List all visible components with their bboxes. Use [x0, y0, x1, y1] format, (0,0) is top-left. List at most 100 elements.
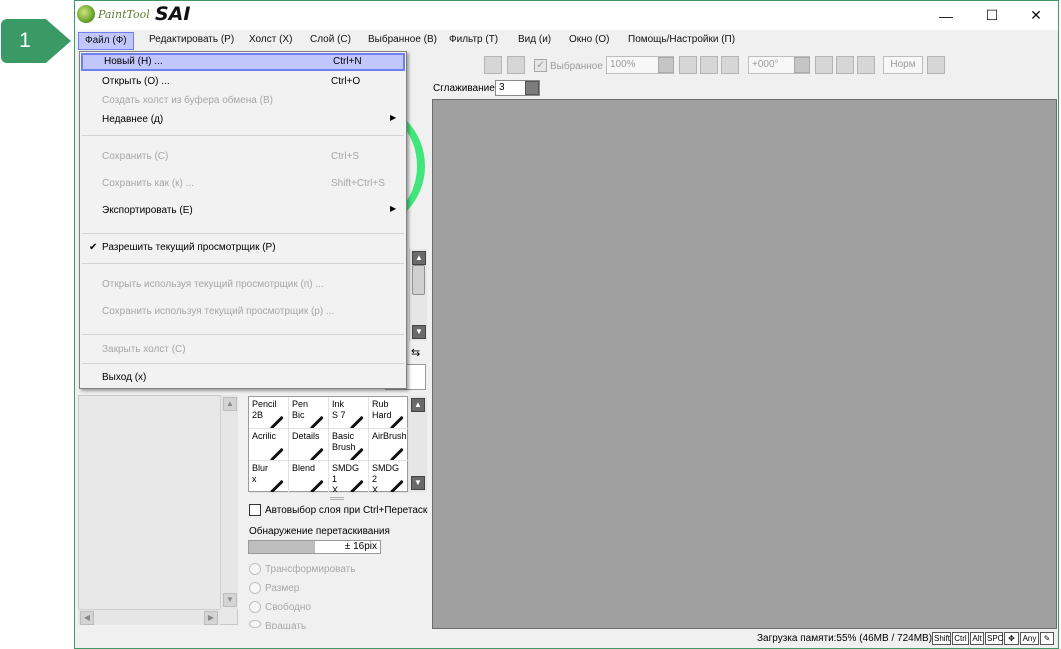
rotation-dropdown-icon[interactable] — [794, 57, 810, 73]
smoothing-dropdown-icon[interactable] — [525, 81, 539, 95]
tool-size: X — [372, 485, 379, 493]
tool-blend[interactable]: Blend — [289, 461, 329, 493]
rotate-left-icon[interactable] — [815, 56, 833, 74]
tool-name: AirBrush — [372, 431, 407, 441]
scroll-thumb[interactable] — [412, 265, 425, 295]
blend-icon — [310, 479, 324, 492]
scroll-down-icon[interactable]: ▼ — [411, 476, 425, 490]
submenu-arrow-icon: ▶ — [390, 113, 397, 122]
layer-list-vertical-scrollbar[interactable]: ▲ ▼ — [220, 395, 238, 609]
brush-panel-scrollbar[interactable]: ▲ ▼ — [409, 249, 427, 341]
brush-icon — [270, 447, 284, 460]
scroll-up-icon[interactable]: ▲ — [412, 251, 426, 265]
transform-radio[interactable] — [249, 563, 261, 575]
layer-list-horizontal-scrollbar[interactable]: ◀ ▶ — [78, 609, 220, 625]
file-menu-new[interactable]: Новый (Н) ... Ctrl+N — [81, 53, 405, 71]
size-radio[interactable] — [249, 582, 261, 594]
title-bar[interactable]: PaintTool SAI — ☐ ✕ — [75, 1, 1058, 30]
menu-item-label: Выход (х) — [102, 372, 147, 383]
tool-size: Brush — [332, 442, 356, 452]
close-button[interactable]: ✕ — [1013, 1, 1058, 30]
auto-layer-checkbox[interactable] — [249, 504, 261, 516]
canvas-area[interactable] — [432, 99, 1057, 629]
menu-item-label: Открыть используя текущий просмотрщик (п… — [102, 279, 324, 290]
selected-checkbox[interactable]: ✓ — [534, 59, 547, 72]
scroll-down-icon[interactable]: ▼ — [412, 325, 426, 339]
menu-bar: Файл (Ф) Редактировать (Р) Холст (Х) Сло… — [75, 30, 1058, 51]
file-menu-close-canvas[interactable]: Закрыть холст (С) — [81, 341, 405, 359]
tool-acrylic[interactable]: Acrilic — [249, 429, 289, 461]
menu-selection[interactable]: Выбранное (В) — [362, 32, 443, 50]
zoom-dropdown-icon[interactable] — [658, 57, 674, 73]
zoom-reset-icon[interactable] — [721, 56, 739, 74]
blend-mode-button[interactable]: Норм — [883, 56, 923, 74]
menu-item-label: Разрешить текущий просмотрщик (Р) — [102, 242, 276, 253]
tool-pencil[interactable]: Pencil 2B — [249, 397, 289, 429]
file-menu-save[interactable]: Сохранить (С) Ctrl+S — [81, 148, 405, 166]
minimize-button[interactable]: — — [923, 1, 969, 30]
menu-separator — [82, 233, 404, 234]
swap-colors-icon[interactable]: ⇆ — [411, 346, 420, 359]
file-menu-exit[interactable]: Выход (х) — [81, 369, 405, 387]
smoothing-label: Сглаживание — [433, 83, 495, 94]
layer-list[interactable] — [78, 395, 238, 625]
file-menu-save-as[interactable]: Сохранить как (к) ... Shift+Ctrl+S — [81, 175, 405, 193]
transform-radio-label: Трансформировать — [265, 564, 356, 575]
tool-name: Blend — [292, 463, 316, 473]
panel-divider-grip[interactable] — [330, 497, 344, 500]
rotate-radio[interactable] — [249, 620, 261, 628]
flip-horizontal-icon[interactable] — [927, 56, 945, 74]
menu-view[interactable]: Вид (и) — [512, 32, 557, 50]
menu-layer[interactable]: Слой (С) — [304, 32, 357, 50]
scroll-down-icon[interactable]: ▼ — [223, 593, 237, 607]
menu-filter[interactable]: Фильтр (Т) — [443, 32, 504, 50]
menu-separator — [82, 334, 404, 335]
file-menu-open-with-viewer[interactable]: Открыть используя текущий просмотрщик (п… — [81, 276, 405, 294]
rotate-right-icon[interactable] — [836, 56, 854, 74]
menu-edit[interactable]: Редактировать (Р) — [143, 32, 240, 50]
scroll-right-icon[interactable]: ▶ — [204, 611, 218, 625]
step-1-number: 1 — [19, 29, 31, 52]
menu-canvas[interactable]: Холст (Х) — [243, 32, 298, 50]
tool-smdg-1[interactable]: SMDG 1X — [329, 461, 369, 493]
tool-smdg-2[interactable]: SMDG 2X — [369, 461, 409, 493]
scroll-up-icon[interactable]: ▲ — [223, 397, 237, 411]
menu-item-label: Открыть (О) ... — [102, 76, 170, 87]
tool-blur[interactable]: Blur x — [249, 461, 289, 493]
file-menu-export[interactable]: Экспортировать (Е) ▶ — [81, 202, 405, 220]
deselect-icon[interactable] — [484, 56, 502, 74]
menu-file[interactable]: Файл (Ф) — [78, 32, 134, 50]
rotate-radio-label: Вращать — [265, 621, 307, 629]
file-menu-allow-viewer[interactable]: ✔ Разрешить текущий просмотрщик (Р) — [81, 239, 405, 257]
file-menu-save-with-viewer[interactable]: Сохранить используя текущий просмотрщик … — [81, 303, 405, 321]
menu-help[interactable]: Помощь/Настройки (П) — [622, 32, 741, 50]
invert-selection-icon[interactable] — [507, 56, 525, 74]
drag-detect-label: Обнаружение перетаскивания — [249, 526, 390, 537]
drag-detect-slider[interactable]: ± 16pix — [248, 540, 381, 554]
menu-item-label: Экспортировать (Е) — [102, 205, 193, 216]
file-menu-create-from-clipboard[interactable]: Создать холст из буфера обмена (В) — [81, 92, 405, 110]
file-menu-open[interactable]: Открыть (О) ... Ctrl+O — [81, 73, 405, 91]
tool-details[interactable]: Details — [289, 429, 329, 461]
file-menu: Новый (Н) ... Ctrl+N Открыть (О) ... Ctr… — [79, 51, 407, 389]
tool-basic-brush[interactable]: Basic Brush — [329, 429, 369, 461]
rotation-reset-icon[interactable] — [857, 56, 875, 74]
file-menu-recent[interactable]: Недавнее (д) ▶ — [81, 111, 405, 129]
scroll-up-icon[interactable]: ▲ — [411, 398, 425, 412]
zoom-out-icon[interactable] — [679, 56, 697, 74]
blur-icon — [270, 479, 284, 492]
shift-key-badge: Shift — [932, 632, 951, 645]
maximize-button[interactable]: ☐ — [969, 1, 1015, 30]
menu-item-shortcut: Ctrl+S — [331, 151, 360, 162]
scroll-left-icon[interactable]: ◀ — [80, 611, 94, 625]
tool-airbrush[interactable]: AirBrush — [369, 429, 409, 461]
menu-item-label: Недавнее (д) — [102, 114, 164, 125]
tool-ink[interactable]: Ink S 7 — [329, 397, 369, 429]
step-1-callout: 1 — [1, 19, 71, 63]
free-radio[interactable] — [249, 601, 261, 613]
tool-pen[interactable]: Pen Bic — [289, 397, 329, 429]
menu-window[interactable]: Окно (О) — [563, 32, 615, 50]
tool-grid-scrollbar[interactable]: ▲ ▼ — [409, 396, 427, 492]
tool-eraser[interactable]: Rub Hard — [369, 397, 409, 429]
zoom-in-icon[interactable] — [700, 56, 718, 74]
